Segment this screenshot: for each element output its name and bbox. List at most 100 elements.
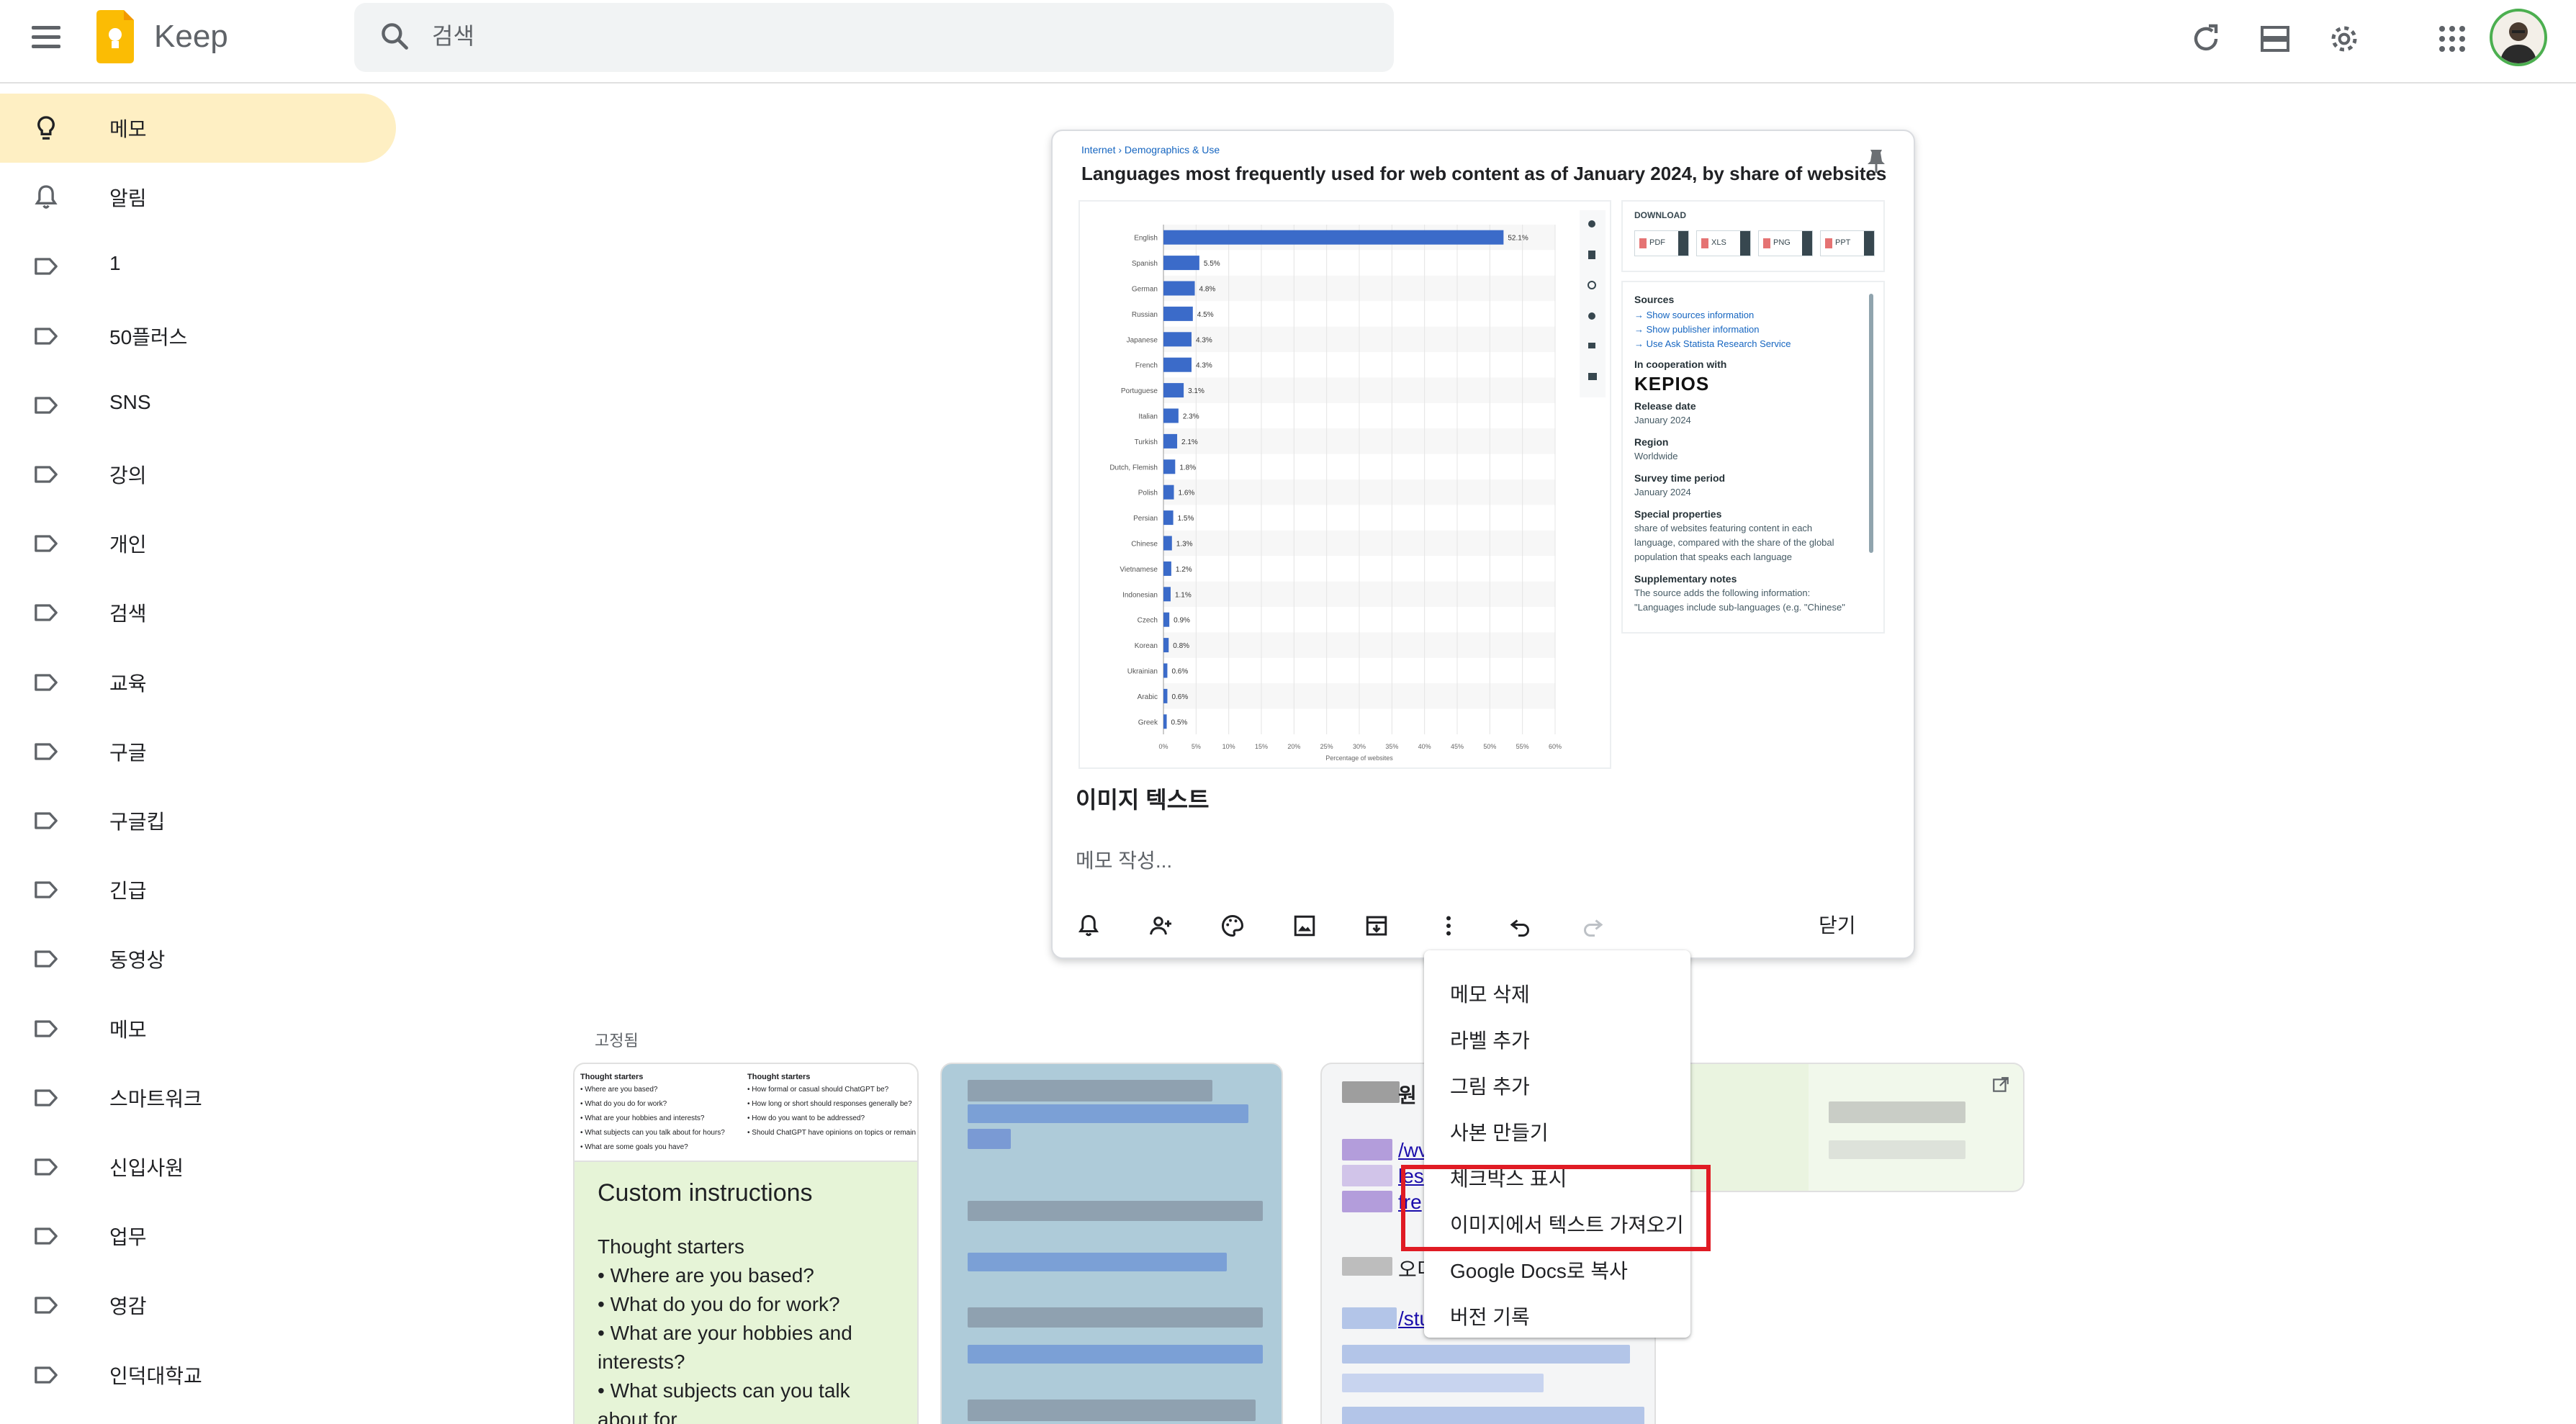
data-label: 1.8% — [1179, 464, 1196, 472]
bell-small-icon[interactable] — [1588, 251, 1595, 259]
print-icon[interactable] — [1588, 373, 1597, 380]
source-link-3[interactable]: → Use Ask Statista Research Service — [1634, 338, 1791, 349]
quote-icon[interactable] — [1588, 343, 1595, 348]
note-body-input[interactable]: 메모 작성... — [1076, 845, 1172, 874]
settings-gear-icon[interactable] — [2327, 22, 2361, 56]
google-apps-icon[interactable] — [2435, 22, 2469, 56]
sidebar-item-10[interactable]: 구글킵 — [0, 786, 396, 855]
pin-icon[interactable] — [1866, 148, 1886, 174]
sidebar-item-2[interactable]: 1 — [0, 232, 396, 301]
text-line: • How long or short should responses gen… — [747, 1100, 912, 1108]
sidebar-item-label: 업무 — [109, 1226, 147, 1249]
search-input[interactable] — [432, 13, 1368, 59]
sidebar-item-5[interactable]: 강의 — [0, 440, 396, 509]
menu-item-1[interactable]: 라벨 추가 — [1424, 1012, 1690, 1058]
download-xls-button[interactable]: XLS — [1696, 230, 1751, 256]
note-editor[interactable]: Internet › Demographics & Use Languages … — [1051, 130, 1915, 959]
sidebar-item-6[interactable]: 개인 — [0, 509, 396, 578]
sidebar-item-8[interactable]: 교육 — [0, 648, 396, 717]
app-name[interactable]: Keep — [154, 19, 228, 55]
note-context-menu: 메모 삭제 라벨 추가 그림 추가 사본 만들기 체크박스 표시 이미지에서 텍스트 가져… — [1424, 950, 1690, 1338]
x-tick-label: 60% — [1549, 743, 1562, 750]
menu-item-3[interactable]: 사본 만들기 — [1424, 1104, 1690, 1150]
x-tick-label: 10% — [1222, 743, 1235, 750]
sidebar-item-9[interactable]: 구글 — [0, 717, 396, 786]
download-png-button[interactable]: PNG — [1758, 230, 1813, 256]
note-card-blurred-right[interactable] — [1656, 1063, 2025, 1192]
sidebar-item-14[interactable]: 스마트워크 — [0, 1063, 396, 1132]
image-icon[interactable] — [1292, 913, 1318, 939]
data-label: 0.5% — [1171, 718, 1188, 726]
open-in-new-icon[interactable] — [1991, 1076, 2010, 1094]
category-label: Russian — [1132, 311, 1158, 319]
main-menu-icon[interactable] — [29, 20, 63, 55]
more-vert-icon[interactable] — [1436, 913, 1462, 939]
archive-icon[interactable] — [1364, 913, 1390, 939]
star-icon[interactable] — [1588, 220, 1595, 227]
label-icon — [32, 945, 60, 973]
label-icon — [32, 1153, 60, 1181]
label-icon — [32, 668, 60, 697]
sidebar-item-4[interactable]: SNS — [0, 371, 396, 440]
palette-icon[interactable] — [1220, 913, 1246, 939]
sidebar-item-0[interactable]: 메모 — [0, 94, 396, 163]
close-button[interactable]: 닫기 — [1819, 910, 1856, 939]
sidebar-item-7[interactable]: 검색 — [0, 578, 396, 647]
menu-item-7[interactable]: 버전 기록 — [1424, 1289, 1690, 1335]
account-avatar[interactable] — [2490, 9, 2547, 66]
list-view-icon[interactable] — [2258, 22, 2292, 56]
sidebar-item-3[interactable]: 50플러스 — [0, 302, 396, 371]
sidebar-item-13[interactable]: 메모 — [0, 994, 396, 1063]
sidebar-item-label: 검색 — [109, 603, 147, 626]
menu-item-0[interactable]: 메모 삭제 — [1424, 966, 1690, 1012]
x-tick-label: 45% — [1451, 743, 1464, 750]
add-alert-icon[interactable] — [1076, 913, 1102, 939]
sidebar-item-16[interactable]: 업무 — [0, 1202, 396, 1271]
bar — [1163, 433, 1178, 449]
data-label: 4.5% — [1197, 311, 1214, 319]
sidebar-item-12[interactable]: 동영상 — [0, 924, 396, 993]
sidebar-item-1[interactable]: 알림 — [0, 163, 396, 232]
menu-item-2[interactable]: 그림 추가 — [1424, 1058, 1690, 1104]
bar — [1163, 256, 1199, 271]
data-label: 4.3% — [1196, 336, 1212, 344]
dropdown-arrow-icon — [1864, 231, 1874, 256]
share-icon[interactable] — [1588, 312, 1595, 320]
category-label: Italian — [1138, 413, 1158, 421]
x-tick-label: 0% — [1158, 743, 1168, 750]
bar — [1163, 332, 1192, 347]
sidebar-item-15[interactable]: 신입사원 — [0, 1132, 396, 1202]
refresh-icon[interactable] — [2189, 22, 2223, 56]
bar — [1163, 714, 1167, 729]
info-scrollbar[interactable] — [1869, 294, 1873, 553]
keep-logo[interactable] — [96, 10, 134, 63]
category-label: Ukrainian — [1127, 668, 1158, 676]
card-text-line: • What subjects can you talk — [598, 1379, 850, 1402]
download-ppt-button[interactable]: PPT — [1820, 230, 1875, 256]
undo-icon[interactable] — [1508, 913, 1534, 939]
text-line: • What are some goals you have? — [580, 1143, 688, 1151]
bar — [1163, 536, 1172, 551]
pinned-section-label: 고정됨 — [595, 1032, 639, 1050]
source-link-2[interactable]: → Show publisher information — [1634, 324, 1759, 335]
label-icon — [32, 875, 60, 904]
category-label: French — [1135, 362, 1158, 370]
sidebar-item-11[interactable]: 긴급 — [0, 855, 396, 924]
card-text-line: • Where are you based? — [598, 1264, 814, 1286]
source-link-1[interactable]: → Show sources information — [1634, 310, 1754, 320]
download-panel: DOWNLOAD PDF XLS PNG PPT — [1621, 200, 1885, 272]
sidebar-item-18[interactable]: 인덕대학교 — [0, 1340, 396, 1410]
note-card-blurred-blue[interactable] — [940, 1063, 1283, 1424]
download-pdf-button[interactable]: PDF — [1634, 230, 1689, 256]
label-icon — [32, 252, 60, 281]
collaborator-icon[interactable] — [1148, 913, 1174, 939]
data-label: 52.1% — [1508, 235, 1528, 243]
search-icon[interactable] — [379, 20, 410, 52]
sidebar-item-17[interactable]: 영감 — [0, 1271, 396, 1340]
x-tick-label: 15% — [1255, 743, 1268, 750]
note-card-custom-instructions[interactable]: Thought starters • Where are you based? •… — [573, 1063, 919, 1424]
text-line: • How do you want to be addressed? — [747, 1114, 865, 1122]
gear-small-icon[interactable] — [1588, 281, 1596, 289]
category-label: Dutch, Flemish — [1109, 464, 1158, 472]
note-title[interactable]: 이미지 텍스트 — [1076, 782, 1210, 815]
